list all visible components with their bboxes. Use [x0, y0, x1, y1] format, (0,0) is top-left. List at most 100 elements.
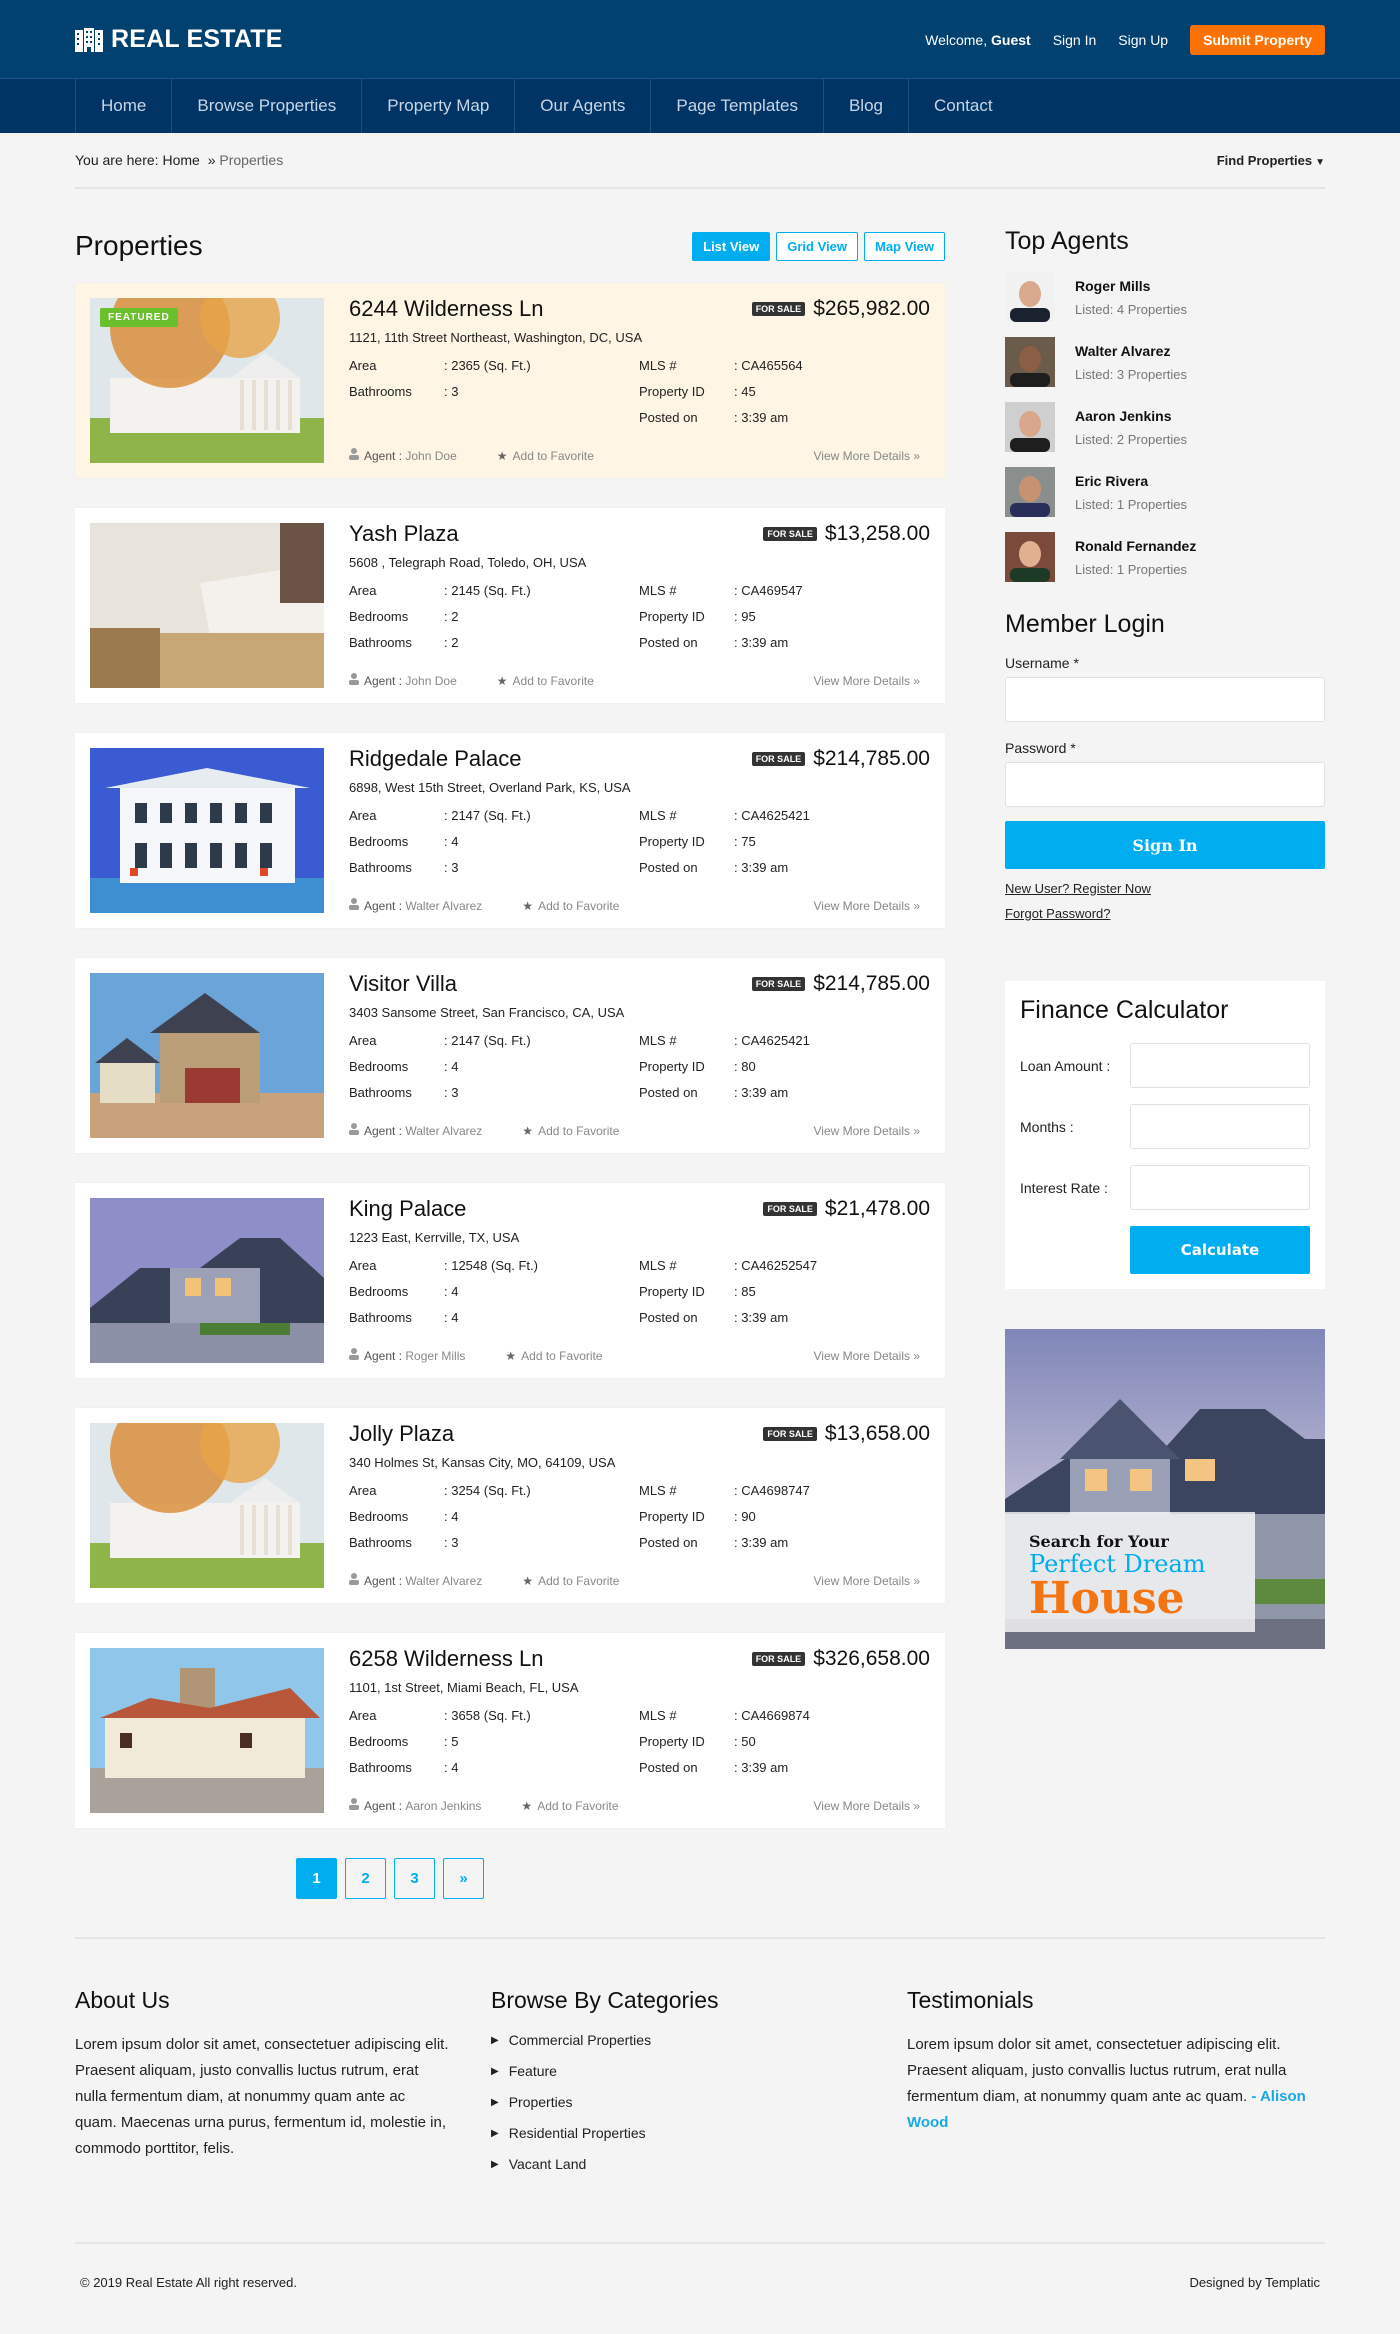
add-to-favorite-link[interactable]: ★ Add to Favorite	[522, 1574, 619, 1588]
find-properties-dropdown[interactable]: Find Properties ▼	[1217, 153, 1325, 168]
agent-item[interactable]: Walter Alvarez Listed: 3 Properties	[1005, 337, 1325, 387]
nav-item-our-agents[interactable]: Our Agents	[514, 79, 650, 133]
category-link[interactable]: ▶ Vacant Land	[491, 2156, 907, 2172]
agent-link[interactable]: Walter Alvarez	[405, 1574, 482, 1588]
list-view-button[interactable]: List View	[692, 231, 771, 261]
property-agent: Agent : Roger Mills	[349, 1348, 465, 1363]
sign-in-button[interactable]: Sign In	[1005, 821, 1325, 869]
page-1-button[interactable]: 1	[296, 1858, 337, 1899]
property-image[interactable]	[90, 1198, 324, 1363]
property-title[interactable]: Yash Plaza	[349, 521, 459, 547]
forgot-password-link[interactable]: Forgot Password?	[1005, 906, 1325, 921]
caret-right-icon: ▶	[491, 2065, 499, 2077]
agent-link[interactable]: John Doe	[405, 449, 456, 463]
agent-label: Agent :	[364, 448, 403, 463]
property-image[interactable]	[90, 748, 324, 913]
agent-name[interactable]: Walter Alvarez	[1075, 343, 1187, 359]
property-title[interactable]: 6258 Wilderness Ln	[349, 1646, 543, 1672]
mls-label: MLS #	[639, 1483, 677, 1498]
nav-item-browse-properties[interactable]: Browse Properties	[171, 79, 361, 133]
bathrooms-value: : 2	[444, 635, 459, 650]
sidebar: Top Agents Roger Mills Listed: 4 Properti…	[1005, 227, 1325, 1899]
agent-link[interactable]: Aaron Jenkins	[405, 1799, 481, 1813]
agent-link[interactable]: John Doe	[405, 674, 456, 688]
bedrooms-value: : 5	[444, 1734, 459, 1749]
view-more-details-link[interactable]: View More Details »	[814, 1349, 921, 1363]
agent-item[interactable]: Ronald Fernandez Listed: 1 Properties	[1005, 532, 1325, 582]
sign-in-link[interactable]: Sign In	[1053, 32, 1097, 48]
property-title[interactable]: Jolly Plaza	[349, 1421, 454, 1447]
category-link[interactable]: ▶ Feature	[491, 2063, 907, 2079]
mls-label: MLS #	[639, 583, 677, 598]
property-image[interactable]	[90, 523, 324, 688]
site-logo[interactable]: REAL ESTATE	[75, 25, 283, 54]
property-id-value: : 95	[734, 609, 756, 624]
view-more-details-link[interactable]: View More Details »	[814, 899, 921, 913]
add-to-favorite-link[interactable]: ★ Add to Favorite	[521, 1799, 618, 1813]
password-input[interactable]	[1005, 762, 1325, 807]
interest-rate-input[interactable]	[1130, 1165, 1310, 1210]
add-to-favorite-link[interactable]: ★ Add to Favorite	[522, 899, 619, 913]
agent-name[interactable]: Ronald Fernandez	[1075, 538, 1196, 554]
footer-testimonials: Testimonials Lorem ipsum dolor sit amet,…	[907, 1987, 1323, 2242]
breadcrumb-home[interactable]: Home	[162, 152, 199, 168]
property-image[interactable]	[90, 973, 324, 1138]
property-price: $13,258.00	[824, 522, 930, 545]
agent-item[interactable]: Roger Mills Listed: 4 Properties	[1005, 272, 1325, 322]
page-3-button[interactable]: 3	[394, 1858, 435, 1899]
property-image[interactable]	[90, 1423, 324, 1588]
bathrooms-value: : 4	[444, 1760, 459, 1775]
map-view-button[interactable]: Map View	[863, 231, 945, 261]
submit-property-button[interactable]: Submit Property	[1190, 24, 1325, 55]
view-more-details-link[interactable]: View More Details »	[814, 1124, 921, 1138]
agent-item[interactable]: Eric Rivera Listed: 1 Properties	[1005, 467, 1325, 517]
register-link[interactable]: New User? Register Now	[1005, 881, 1325, 896]
view-more-details-link[interactable]: View More Details »	[814, 1574, 921, 1588]
add-to-favorite-link[interactable]: ★ Add to Favorite	[497, 449, 594, 463]
add-to-favorite-link[interactable]: ★ Add to Favorite	[522, 1124, 619, 1138]
property-title[interactable]: King Palace	[349, 1196, 466, 1222]
add-to-favorite-link[interactable]: ★ Add to Favorite	[497, 674, 594, 688]
mls-label: MLS #	[639, 1708, 677, 1723]
agent-link[interactable]: Walter Alvarez	[405, 899, 482, 913]
category-link[interactable]: ▶ Properties	[491, 2094, 907, 2110]
nav-item-page-templates[interactable]: Page Templates	[650, 79, 823, 133]
property-id-label: Property ID	[639, 1284, 705, 1299]
months-input[interactable]	[1130, 1104, 1310, 1149]
add-to-favorite-link[interactable]: ★ Add to Favorite	[505, 1349, 602, 1363]
agent-name[interactable]: Roger Mills	[1075, 278, 1187, 294]
view-more-details-link[interactable]: View More Details »	[814, 674, 921, 688]
nav-item-home[interactable]: Home	[75, 79, 171, 133]
favorite-label: Add to Favorite	[512, 673, 594, 688]
nav-item-property-map[interactable]: Property Map	[361, 79, 514, 133]
copyright: © 2019 Real Estate All right reserved.	[80, 2274, 297, 2290]
agent-name[interactable]: Eric Rivera	[1075, 473, 1187, 489]
nav-item-contact[interactable]: Contact	[908, 79, 1018, 133]
property-image[interactable]: FEATURED	[90, 298, 324, 463]
dream-house-ad[interactable]: Search for Your Perfect Dream House	[1005, 1329, 1325, 1649]
agent-name[interactable]: Aaron Jenkins	[1075, 408, 1187, 424]
bedrooms-label: Bedrooms	[349, 834, 409, 849]
view-more-details-link[interactable]: View More Details »	[814, 449, 921, 463]
property-image[interactable]	[90, 1648, 324, 1813]
designed-by-link[interactable]: Designed by Templatic	[1189, 2275, 1320, 2290]
username-input[interactable]	[1005, 677, 1325, 722]
loan-amount-input[interactable]	[1130, 1043, 1310, 1088]
nav-item-blog[interactable]: Blog	[822, 79, 908, 133]
mls-value: : CA4625421	[734, 1033, 810, 1048]
sign-up-link[interactable]: Sign Up	[1118, 32, 1168, 48]
property-title[interactable]: Visitor Villa	[349, 971, 457, 997]
category-link[interactable]: ▶ Residential Properties	[491, 2125, 907, 2141]
category-link[interactable]: ▶ Commercial Properties	[491, 2032, 907, 2048]
property-title[interactable]: Ridgedale Palace	[349, 746, 521, 772]
property-title[interactable]: 6244 Wilderness Ln	[349, 296, 543, 322]
calculate-button[interactable]: Calculate	[1130, 1226, 1310, 1274]
page-2-button[interactable]: 2	[345, 1858, 386, 1899]
grid-view-button[interactable]: Grid View	[776, 231, 858, 261]
view-more-details-link[interactable]: View More Details »	[814, 1799, 921, 1813]
agent-link[interactable]: Roger Mills	[405, 1349, 465, 1363]
next-page-button[interactable]: »	[443, 1858, 484, 1899]
property-photo	[90, 973, 324, 1138]
agent-item[interactable]: Aaron Jenkins Listed: 2 Properties	[1005, 402, 1325, 452]
agent-link[interactable]: Walter Alvarez	[405, 1124, 482, 1138]
